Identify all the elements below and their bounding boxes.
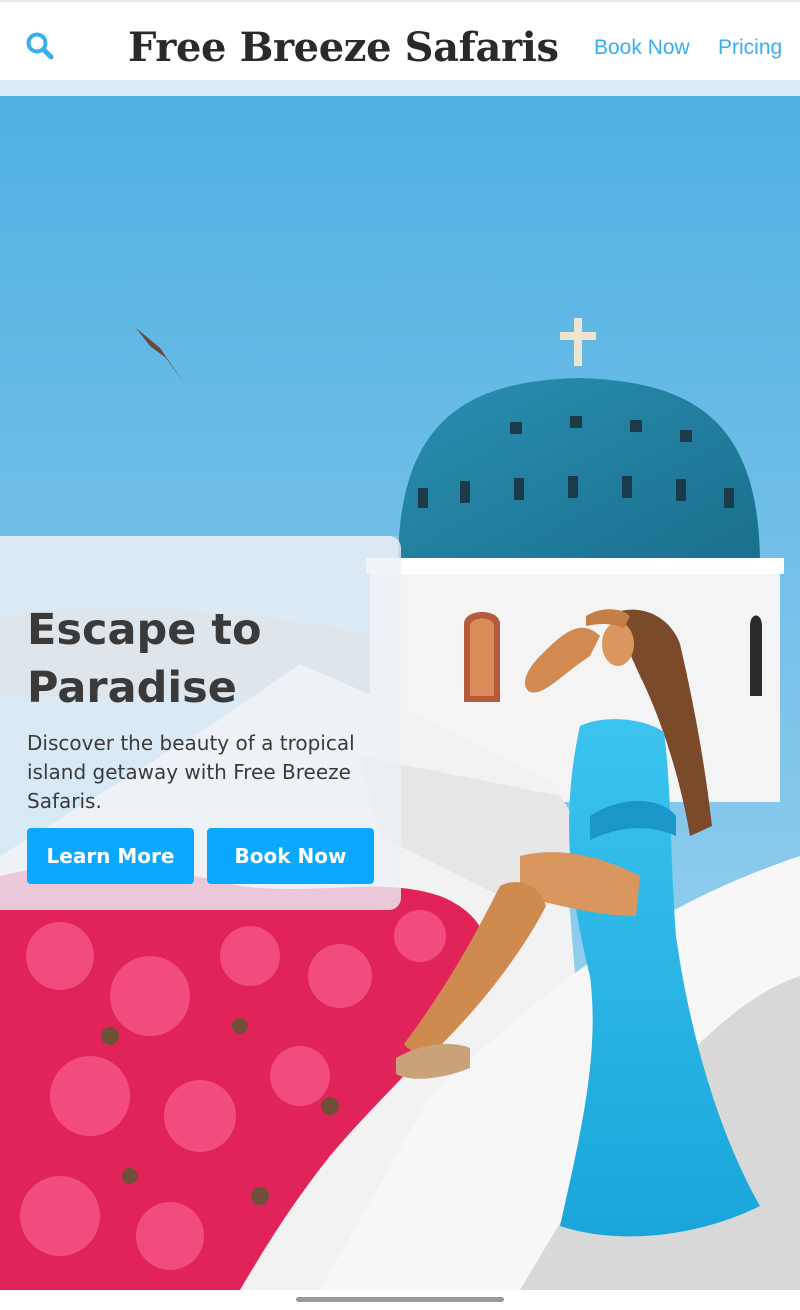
hero-description: Discover the beauty of a tropical island… (27, 731, 355, 813)
site-title: Free Breeze Safaris (128, 24, 559, 71)
learn-more-button[interactable]: Learn More (27, 828, 194, 884)
nav-link-book-now[interactable]: Book Now (594, 34, 690, 62)
book-now-button[interactable]: Book Now (207, 828, 374, 884)
site-header: Free Breeze Safaris Book Now Pricing (0, 0, 800, 80)
hero-title: Escape to Paradise (27, 605, 262, 713)
header-divider (0, 80, 800, 96)
nav-link-pricing[interactable]: Pricing (718, 34, 782, 62)
home-indicator[interactable] (296, 1297, 504, 1302)
search-icon[interactable] (24, 30, 56, 62)
